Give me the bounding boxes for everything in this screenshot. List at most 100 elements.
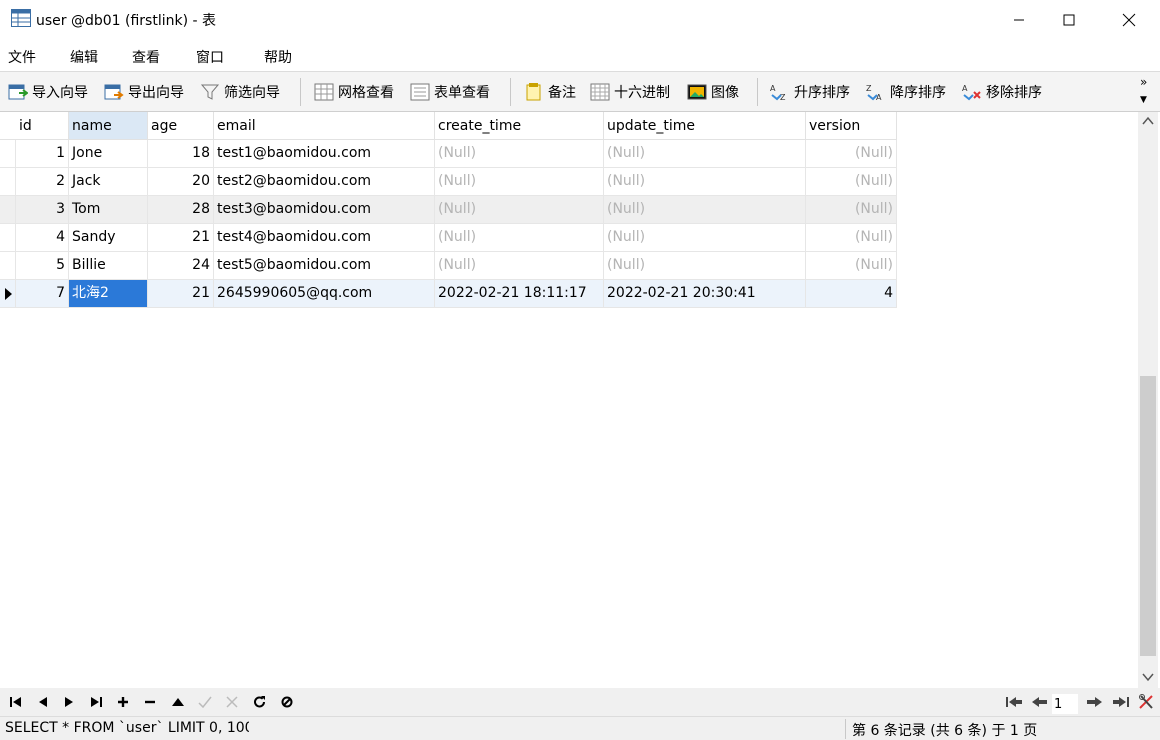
previous-record-icon[interactable]	[33, 693, 53, 711]
table-row[interactable]: 5 Billie 24 test5@baomidou.com (Null) (N…	[0, 252, 897, 280]
column-header-age[interactable]: age	[148, 112, 214, 140]
previous-page-icon[interactable]	[1030, 693, 1050, 711]
cell-create-time[interactable]: (Null)	[435, 196, 604, 224]
cell-version[interactable]: 4	[806, 280, 897, 308]
cell-version[interactable]: (Null)	[806, 168, 897, 196]
column-header-name[interactable]: name	[69, 112, 148, 140]
cell-version[interactable]: (Null)	[806, 252, 897, 280]
maximize-button[interactable]	[1046, 0, 1092, 40]
cell-create-time[interactable]: 2022-02-21 18:11:17	[435, 280, 604, 308]
stop-icon[interactable]	[277, 693, 297, 711]
scroll-down-icon[interactable]	[1142, 670, 1154, 686]
cell-age[interactable]: 18	[148, 140, 214, 168]
menu-help[interactable]: 帮助	[264, 47, 292, 67]
table-row-current[interactable]: 7 北海2 21 2645990605@qq.com 2022-02-21 18…	[0, 280, 897, 308]
cell-id[interactable]: 4	[16, 224, 69, 252]
cell-update-time[interactable]: 2022-02-21 20:30:41	[604, 280, 806, 308]
cell-update-time[interactable]: (Null)	[604, 252, 806, 280]
table-row[interactable]: 4 Sandy 21 test4@baomidou.com (Null) (Nu…	[0, 224, 897, 252]
vertical-scrollbar[interactable]	[1138, 112, 1158, 688]
hex-button[interactable]: 十六进制	[590, 80, 670, 104]
import-wizard-button[interactable]: 导入向导	[8, 80, 88, 104]
table-row[interactable]: 2 Jack 20 test2@baomidou.com (Null) (Nul…	[0, 168, 897, 196]
cell-email[interactable]: test5@baomidou.com	[214, 252, 435, 280]
row-indicator[interactable]	[0, 168, 16, 196]
cell-name[interactable]: Jack	[69, 168, 148, 196]
cell-id[interactable]: 1	[16, 140, 69, 168]
table-row[interactable]: 1 Jone 18 test1@baomidou.com (Null) (Nul…	[0, 140, 897, 168]
sort-asc-button[interactable]: AZ 升序排序	[770, 80, 850, 104]
page-settings-icon[interactable]	[1137, 693, 1157, 711]
filter-wizard-button[interactable]: 筛选向导	[200, 80, 280, 104]
next-record-icon[interactable]	[59, 693, 79, 711]
cell-create-time[interactable]: (Null)	[435, 224, 604, 252]
cell-version[interactable]: (Null)	[806, 140, 897, 168]
cell-email[interactable]: test1@baomidou.com	[214, 140, 435, 168]
last-record-icon[interactable]	[86, 693, 106, 711]
next-page-icon[interactable]	[1084, 693, 1104, 711]
delete-record-icon[interactable]	[140, 693, 160, 711]
row-indicator[interactable]	[0, 140, 16, 168]
cell-update-time[interactable]: (Null)	[604, 168, 806, 196]
row-indicator[interactable]	[0, 196, 16, 224]
menu-view[interactable]: 查看	[132, 47, 160, 67]
close-button[interactable]	[1106, 0, 1152, 40]
cell-create-time[interactable]: (Null)	[435, 168, 604, 196]
export-wizard-button[interactable]: 导出向导	[104, 80, 184, 104]
page-number-input[interactable]	[1052, 694, 1078, 714]
cell-name[interactable]: Tom	[69, 196, 148, 224]
cell-id[interactable]: 5	[16, 252, 69, 280]
cell-name[interactable]: Sandy	[69, 224, 148, 252]
column-header-version[interactable]: version	[806, 112, 897, 140]
cell-name[interactable]: Billie	[69, 252, 148, 280]
cell-create-time[interactable]: (Null)	[435, 140, 604, 168]
cell-email[interactable]: test4@baomidou.com	[214, 224, 435, 252]
cell-age[interactable]: 20	[148, 168, 214, 196]
current-row-indicator[interactable]	[0, 280, 16, 308]
cell-name-selected[interactable]: 北海2	[69, 280, 148, 308]
form-view-button[interactable]: 表单查看	[410, 80, 490, 104]
cell-email[interactable]: 2645990605@qq.com	[214, 280, 435, 308]
cell-id[interactable]: 3	[16, 196, 69, 224]
menu-file[interactable]: 文件	[8, 47, 36, 67]
column-header-email[interactable]: email	[214, 112, 435, 140]
row-indicator[interactable]	[0, 252, 16, 280]
row-indicator[interactable]	[0, 224, 16, 252]
last-page-icon[interactable]	[1111, 693, 1131, 711]
cell-email[interactable]: test3@baomidou.com	[214, 196, 435, 224]
cell-id[interactable]: 7	[16, 280, 69, 308]
column-header-id[interactable]: id	[16, 112, 69, 140]
memo-button[interactable]: 备注	[524, 80, 576, 104]
cell-age[interactable]: 24	[148, 252, 214, 280]
scrollbar-thumb[interactable]	[1140, 376, 1156, 656]
menu-window[interactable]: 窗口	[196, 47, 224, 67]
cell-update-time[interactable]: (Null)	[604, 224, 806, 252]
column-header-update-time[interactable]: update_time	[604, 112, 806, 140]
remove-sort-button[interactable]: A 移除排序	[962, 80, 1042, 104]
apply-changes-icon[interactable]	[168, 693, 188, 711]
table-row[interactable]: 3 Tom 28 test3@baomidou.com (Null) (Null…	[0, 196, 897, 224]
cell-update-time[interactable]: (Null)	[604, 140, 806, 168]
cell-version[interactable]: (Null)	[806, 224, 897, 252]
column-header-create-time[interactable]: create_time	[435, 112, 604, 140]
image-button[interactable]: 图像	[687, 80, 739, 104]
cell-name[interactable]: Jone	[69, 140, 148, 168]
add-record-icon[interactable]	[113, 693, 133, 711]
cell-create-time[interactable]: (Null)	[435, 252, 604, 280]
cell-age[interactable]: 28	[148, 196, 214, 224]
cell-email[interactable]: test2@baomidou.com	[214, 168, 435, 196]
cell-id[interactable]: 2	[16, 168, 69, 196]
minimize-button[interactable]	[996, 0, 1042, 40]
scroll-up-icon[interactable]	[1142, 116, 1154, 129]
cell-age[interactable]: 21	[148, 280, 214, 308]
menu-edit[interactable]: 编辑	[70, 47, 98, 67]
sort-desc-button[interactable]: ZA 降序排序	[866, 80, 946, 104]
cell-update-time[interactable]: (Null)	[604, 196, 806, 224]
grid-view-button[interactable]: 网格查看	[314, 80, 394, 104]
cell-age[interactable]: 21	[148, 224, 214, 252]
first-page-icon[interactable]	[1004, 693, 1024, 711]
toolbar-overflow-button[interactable]: » ▼	[1140, 76, 1147, 106]
cell-version[interactable]: (Null)	[806, 196, 897, 224]
refresh-icon[interactable]	[250, 693, 270, 711]
first-record-icon[interactable]	[6, 693, 26, 711]
